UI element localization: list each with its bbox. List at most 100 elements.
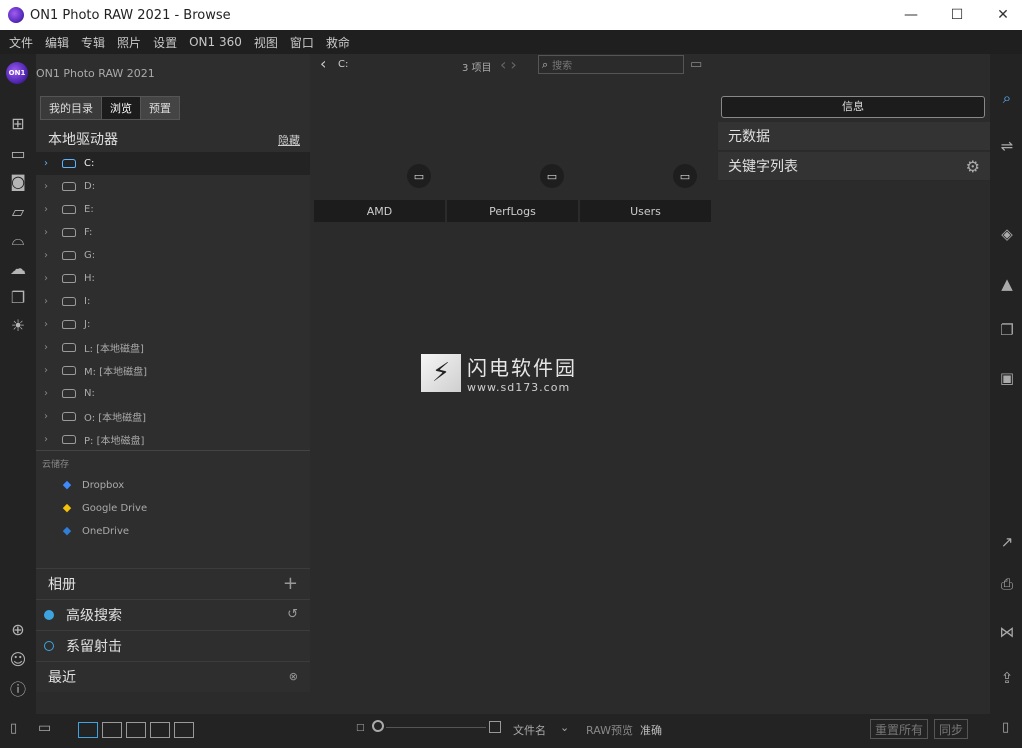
landscape-icon[interactable]: ▲ <box>996 274 1018 294</box>
drive-item[interactable]: › J: <box>36 313 310 336</box>
menu-help[interactable]: 救命 <box>326 34 350 51</box>
menu-on1-360[interactable]: ON1 360 <box>189 35 242 49</box>
grid-view-icon[interactable] <box>78 722 98 738</box>
drive-item[interactable]: › I: <box>36 290 310 313</box>
drive-item[interactable]: › L: [本地磁盘] <box>36 336 310 359</box>
chevron-right-icon[interactable]: › <box>44 158 54 169</box>
new-folder-icon[interactable]: ▭ <box>690 57 702 72</box>
monitor-icon[interactable]: ▭ <box>7 144 29 164</box>
browse-search-icon[interactable]: ⌕ <box>996 88 1018 108</box>
info-button[interactable]: 信息 <box>721 96 985 118</box>
menu-settings[interactable]: 设置 <box>153 34 177 51</box>
albums-section[interactable]: 相册 + <box>36 568 310 598</box>
tab-presets[interactable]: 预置 <box>141 97 179 119</box>
search-box[interactable]: ⌕ 搜索 <box>538 55 684 74</box>
menu-album[interactable]: 专辑 <box>81 34 105 51</box>
folder-name-perflogs[interactable]: PerfLogs <box>447 200 578 222</box>
minimize-button[interactable]: — <box>888 0 934 30</box>
map-view-icon[interactable] <box>174 722 194 738</box>
checkbox[interactable] <box>489 721 501 733</box>
add-album-icon[interactable]: + <box>283 573 298 594</box>
drive-item[interactable]: › O: [本地磁盘] <box>36 405 310 428</box>
cloud-item[interactable]: ◆ Dropbox <box>60 476 124 494</box>
drive-item[interactable]: › H: <box>36 267 310 290</box>
folder-icon[interactable]: ▭ <box>407 164 431 188</box>
chevron-right-icon[interactable]: › <box>44 434 54 445</box>
cloud-item[interactable]: ◆ Google Drive <box>60 499 147 517</box>
monitor-view-icon[interactable]: ▭ <box>38 720 51 736</box>
folder-icon[interactable]: ▭ <box>540 164 564 188</box>
chevron-right-icon[interactable]: › <box>44 411 54 422</box>
print-icon[interactable]: ⎙ <box>996 574 1018 594</box>
cloud-item[interactable]: ◆ OneDrive <box>60 522 129 540</box>
adjust-icon[interactable]: ⇌ <box>996 136 1018 156</box>
drive-item[interactable]: › D: <box>36 175 310 198</box>
drive-item[interactable]: › G: <box>36 244 310 267</box>
drive-item[interactable]: › N: <box>36 382 310 405</box>
chevron-right-icon[interactable]: › <box>44 181 54 192</box>
layers-icon[interactable]: ❐ <box>7 288 29 308</box>
filmstrip-view-icon[interactable] <box>126 722 146 738</box>
detail-view-icon[interactable] <box>102 722 122 738</box>
compare-view-icon[interactable] <box>150 722 170 738</box>
menu-view[interactable]: 视图 <box>254 34 278 51</box>
hide-link[interactable]: 隐藏 <box>278 132 300 148</box>
nav-arrows-icon[interactable]: ‹› <box>500 55 521 74</box>
recent-section[interactable]: 最近 ⊗ <box>36 661 310 691</box>
reset-all-button[interactable]: 重置所有 <box>870 719 929 739</box>
folder-sync-icon[interactable]: ▱ <box>7 202 29 222</box>
folder-icon[interactable]: ▭ <box>673 164 697 188</box>
search-input[interactable]: 搜索 <box>552 57 572 72</box>
chevron-right-icon[interactable]: › <box>44 319 54 330</box>
chevron-right-icon[interactable]: › <box>44 227 54 238</box>
question-icon[interactable]: ⓘ <box>7 680 29 700</box>
chevron-right-icon[interactable]: › <box>44 296 54 307</box>
chevron-down-icon[interactable]: ⌄ <box>560 721 569 734</box>
menu-photo[interactable]: 照片 <box>117 34 141 51</box>
help-globe-icon[interactable]: ⊕ <box>7 620 29 640</box>
advanced-search-section[interactable]: 高级搜索 ↺ <box>36 599 310 629</box>
accuracy-label[interactable]: 准确 <box>640 722 662 738</box>
camera-icon[interactable]: ◙ <box>7 172 29 192</box>
right-panel-toggle-icon[interactable]: ▯ <box>1002 720 1009 735</box>
layers-icon[interactable]: ◈ <box>996 224 1018 244</box>
sync-button[interactable]: 同步 <box>934 719 969 739</box>
drive-item[interactable]: › F: <box>36 221 310 244</box>
drive-item[interactable]: › P: [本地磁盘] <box>36 428 310 451</box>
close-button[interactable]: ✕ <box>980 0 1022 30</box>
gear-icon[interactable]: ⚙ <box>966 157 980 176</box>
drive-item[interactable]: › E: <box>36 198 310 221</box>
tab-browse[interactable]: 浏览 <box>102 97 141 119</box>
tethered-section[interactable]: 系留射击 <box>36 630 310 660</box>
drive-item[interactable]: › M: [本地磁盘] <box>36 359 310 382</box>
add-icon[interactable]: ⊞ <box>7 114 29 134</box>
maximize-button[interactable]: ☐ <box>934 0 980 30</box>
cloud-icon[interactable]: ☁ <box>7 259 29 279</box>
chevron-right-icon[interactable]: › <box>44 273 54 284</box>
folder-name-users[interactable]: Users <box>580 200 711 222</box>
metadata-section[interactable]: 元数据 <box>718 122 990 151</box>
photo-icon[interactable]: ▣ <box>996 368 1018 388</box>
tab-my-catalog[interactable]: 我的目录 <box>41 97 102 119</box>
export-icon[interactable]: ↗ <box>996 532 1018 552</box>
drive-icon[interactable]: ⌓ <box>7 230 29 250</box>
panel-toggle-icon[interactable]: ▯ <box>10 721 17 736</box>
chevron-right-icon[interactable]: › <box>44 342 54 353</box>
menu-file[interactable]: 文件 <box>9 34 33 51</box>
clear-recent-icon[interactable]: ⊗ <box>289 670 298 683</box>
folder-name-amd[interactable]: AMD <box>314 200 445 222</box>
share-icon[interactable]: ⋈ <box>996 622 1018 642</box>
resize-icon[interactable]: ❐ <box>996 320 1018 340</box>
back-icon[interactable]: ‹ <box>320 54 326 73</box>
keyword-list-section[interactable]: 关键字列表 ⚙ <box>718 152 990 181</box>
chevron-right-icon[interactable]: › <box>44 204 54 215</box>
upload-icon[interactable]: ⇪ <box>996 668 1018 688</box>
chevron-right-icon[interactable]: › <box>44 250 54 261</box>
menu-edit[interactable]: 编辑 <box>45 34 69 51</box>
sort-label[interactable]: 文件名 <box>513 722 546 738</box>
menu-window[interactable]: 窗口 <box>290 34 314 51</box>
drive-item[interactable]: › C: <box>36 152 310 175</box>
thumb-size-slider[interactable] <box>372 720 384 732</box>
chevron-right-icon[interactable]: › <box>44 365 54 376</box>
user-icon[interactable]: ☺ <box>7 650 29 670</box>
